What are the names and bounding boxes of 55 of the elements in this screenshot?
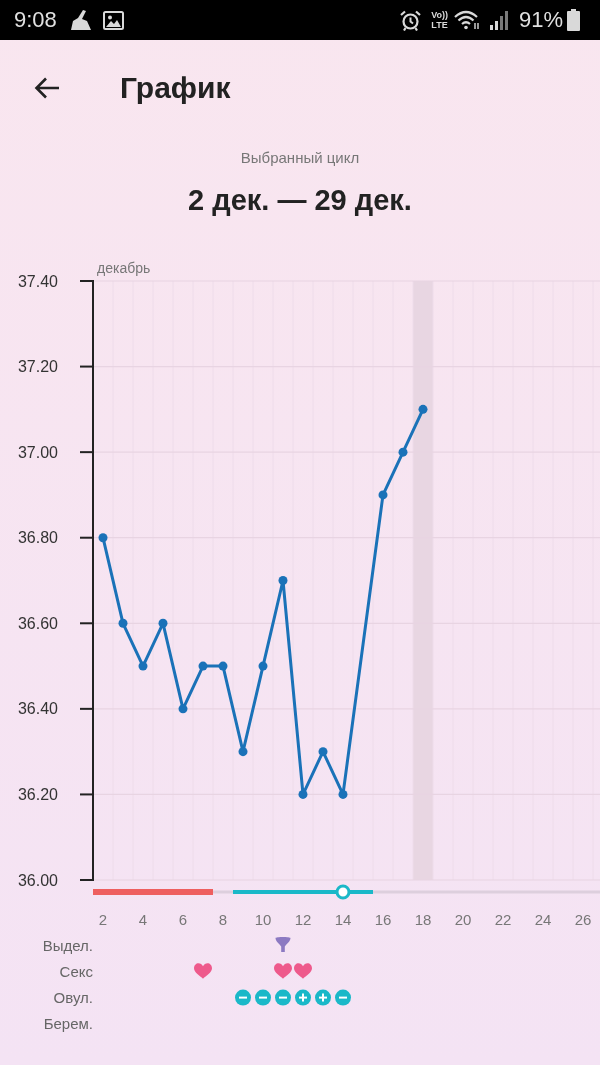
x-tick-label: 12 [294, 910, 312, 928]
status-time: 9:08 [14, 7, 57, 33]
data-point [138, 661, 148, 671]
data-point [158, 618, 168, 628]
battery-percent: 91% [518, 7, 563, 33]
y-tick-label: 36.60 [17, 614, 58, 632]
data-point [258, 661, 268, 671]
x-tick-label: 16 [374, 910, 392, 928]
data-point [298, 789, 308, 799]
track-label: Овул. [53, 989, 93, 1007]
x-tick-label: 22 [494, 910, 512, 928]
y-tick-label: 36.40 [17, 700, 58, 718]
wifi-icon [453, 10, 480, 30]
data-point [418, 404, 428, 414]
y-tick-label: 36.00 [17, 871, 58, 889]
x-tick-label: 14 [334, 910, 352, 928]
y-tick-label: 37.40 [17, 272, 58, 290]
data-point [238, 747, 248, 757]
signal-icon [489, 10, 509, 30]
cycle-date-range: 2 дек. — 29 дек. [188, 183, 412, 218]
track-label: Берем. [43, 1015, 93, 1033]
y-tick-label: 36.80 [17, 529, 58, 547]
broom-icon [68, 9, 93, 31]
alarm-clock-icon [400, 9, 422, 31]
data-point [118, 618, 128, 628]
back-arrow-icon[interactable] [34, 77, 60, 99]
track-label: Секс [59, 962, 93, 980]
cycle-caption: Выбранный цикл [240, 148, 360, 168]
y-tick-label: 36.20 [17, 785, 58, 803]
x-tick-label: 20 [454, 910, 472, 928]
volte-indicator: Vo)) LTE [431, 10, 448, 30]
x-tick-label: 4 [138, 910, 148, 928]
screen-title: График [120, 70, 231, 106]
data-point [318, 747, 328, 757]
y-tick-label: 37.00 [17, 443, 58, 461]
data-point [98, 533, 108, 543]
track-label: Выдел. [42, 936, 93, 954]
data-point [398, 447, 408, 457]
x-tick-label: 8 [218, 910, 228, 928]
x-tick-label: 6 [178, 910, 188, 928]
x-tick-label: 2 [98, 910, 108, 928]
month-label: декабрь [97, 260, 151, 276]
x-tick-label: 10 [254, 910, 272, 928]
data-point [378, 490, 388, 500]
data-point [178, 704, 188, 714]
x-tick-label: 26 [574, 910, 592, 928]
x-tick-label: 24 [534, 910, 552, 928]
battery-icon [567, 9, 580, 31]
data-point [278, 576, 288, 585]
x-tick-label: 18 [414, 910, 432, 928]
data-point [218, 661, 228, 671]
data-point [198, 661, 208, 671]
data-point [338, 789, 348, 799]
image-icon [102, 10, 124, 30]
y-tick-label: 37.20 [17, 358, 58, 376]
